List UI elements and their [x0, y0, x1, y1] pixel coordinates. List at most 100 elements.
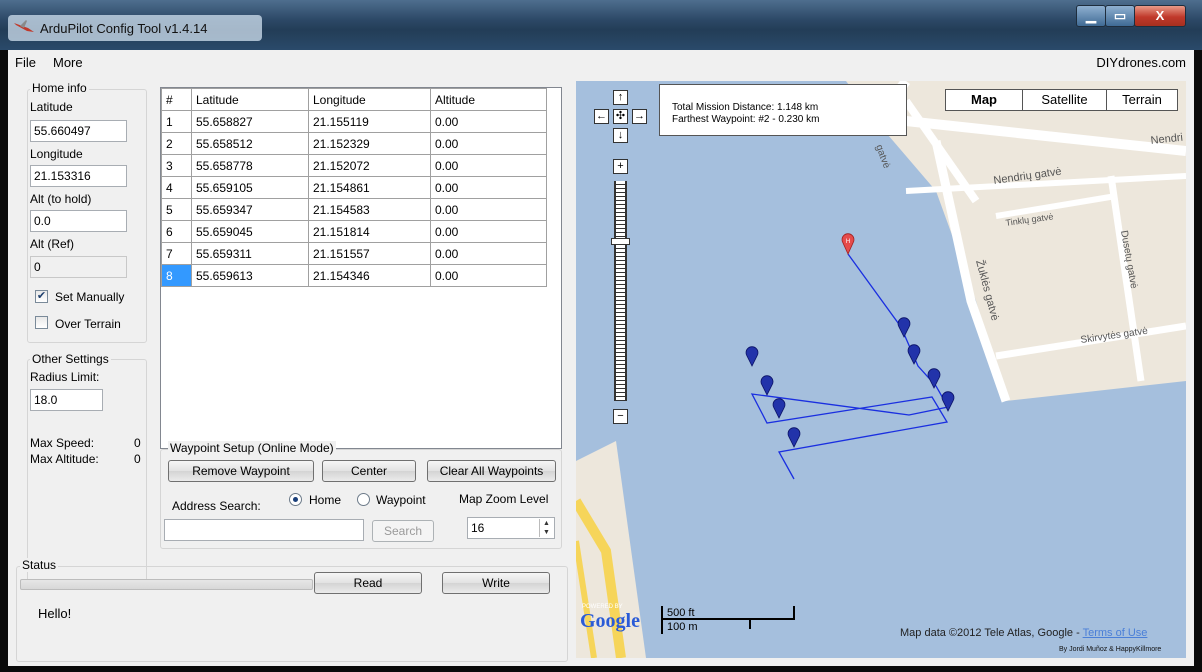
- mission-info-box: Total Mission Distance: 1.148 km Farthes…: [659, 84, 907, 136]
- pan-up-icon[interactable]: ↑: [613, 90, 628, 105]
- tab-map[interactable]: Map: [945, 89, 1023, 111]
- cell-latitude[interactable]: 55.658827: [191, 110, 309, 133]
- diydrones-link[interactable]: DIYdrones.com: [1096, 55, 1186, 70]
- table-row[interactable]: 4 55.659105 21.154861 0.00: [161, 176, 547, 199]
- read-button[interactable]: Read: [314, 572, 422, 594]
- home-latitude-input[interactable]: 55.660497: [30, 120, 127, 142]
- header-latitude[interactable]: Latitude: [191, 88, 309, 111]
- table-row[interactable]: 1 55.658827 21.155119 0.00: [161, 110, 547, 133]
- write-button[interactable]: Write: [442, 572, 550, 594]
- cell-index[interactable]: 6: [161, 220, 192, 243]
- cell-latitude[interactable]: 55.658778: [191, 154, 309, 177]
- header-altitude[interactable]: Altitude: [430, 88, 547, 111]
- cell-longitude[interactable]: 21.151557: [308, 242, 431, 265]
- pan-center-icon[interactable]: ✣: [613, 109, 628, 124]
- terms-of-use-link[interactable]: Terms of Use: [1083, 627, 1148, 639]
- address-search-input[interactable]: [164, 519, 364, 541]
- table-row[interactable]: 8 55.659613 21.154346 0.00: [161, 264, 547, 287]
- alt-ref-label: Alt (Ref): [30, 237, 75, 251]
- header-longitude[interactable]: Longitude: [308, 88, 431, 111]
- table-row[interactable]: 5 55.659347 21.154583 0.00: [161, 198, 547, 221]
- cell-index[interactable]: 7: [161, 242, 192, 265]
- zoom-slider-thumb[interactable]: [611, 238, 630, 245]
- cell-index[interactable]: 4: [161, 176, 192, 199]
- pan-right-icon[interactable]: →: [632, 109, 647, 124]
- over-terrain-checkbox[interactable]: [35, 316, 48, 329]
- cell-altitude[interactable]: 0.00: [430, 264, 547, 287]
- table-row[interactable]: 2 55.658512 21.152329 0.00: [161, 132, 547, 155]
- tab-terrain[interactable]: Terrain: [1106, 89, 1178, 111]
- menu-more[interactable]: More: [53, 55, 83, 70]
- cell-index[interactable]: 8: [161, 264, 192, 287]
- cell-latitude[interactable]: 55.659105: [191, 176, 309, 199]
- cell-index[interactable]: 1: [161, 110, 192, 133]
- status-message: Hello!: [38, 606, 72, 621]
- waypoint-radio-label[interactable]: Waypoint: [376, 493, 426, 507]
- window-client: File More DIYdrones.com Home info Latitu…: [8, 50, 1194, 666]
- cell-longitude[interactable]: 21.152072: [308, 154, 431, 177]
- table-row[interactable]: 6 55.659045 21.151814 0.00: [161, 220, 547, 243]
- cell-latitude[interactable]: 55.659045: [191, 220, 309, 243]
- cell-altitude[interactable]: 0.00: [430, 242, 547, 265]
- home-longitude-input[interactable]: 21.153316: [30, 165, 127, 187]
- cell-index[interactable]: 3: [161, 154, 192, 177]
- map-view[interactable]: H Nendrių gatvė Nendri Tinklų gatvė Duse…: [576, 81, 1186, 658]
- cell-altitude[interactable]: 0.00: [430, 132, 547, 155]
- cell-index[interactable]: 2: [161, 132, 192, 155]
- zoom-level-spinner[interactable]: 16 ▲ ▼: [467, 517, 555, 539]
- table-row[interactable]: 7 55.659311 21.151557 0.00: [161, 242, 547, 265]
- zoom-out-icon[interactable]: −: [613, 409, 628, 424]
- minimize-button[interactable]: ▁: [1076, 5, 1106, 27]
- cell-latitude[interactable]: 55.659311: [191, 242, 309, 265]
- spinner-arrows-icon[interactable]: ▲ ▼: [539, 519, 553, 537]
- over-terrain-label[interactable]: Over Terrain: [55, 317, 121, 331]
- title-bar[interactable]: ArduPilot Config Tool v1.4.14 ▁ ▭ X: [0, 0, 1202, 50]
- cell-latitude[interactable]: 55.659613: [191, 264, 309, 287]
- cell-altitude[interactable]: 0.00: [430, 198, 547, 221]
- alt-hold-input[interactable]: 0.0: [30, 210, 127, 232]
- header-index[interactable]: #: [161, 88, 192, 111]
- cell-longitude[interactable]: 21.152329: [308, 132, 431, 155]
- table-row[interactable]: 3 55.658778 21.152072 0.00: [161, 154, 547, 177]
- max-altitude-label: Max Altitude:: [30, 452, 99, 466]
- set-manually-checkbox[interactable]: ✔: [35, 290, 48, 303]
- cell-index[interactable]: 5: [161, 198, 192, 221]
- cell-latitude[interactable]: 55.659347: [191, 198, 309, 221]
- cell-altitude[interactable]: 0.00: [430, 154, 547, 177]
- clear-all-waypoints-button[interactable]: Clear All Waypoints: [427, 460, 556, 482]
- map-attribution: Map data ©2012 Tele Atlas, Google - Term…: [900, 627, 1148, 639]
- waypoint-grid[interactable]: # Latitude Longitude Altitude 1 55.658827…: [160, 87, 562, 449]
- status-title: Status: [20, 558, 59, 572]
- close-button[interactable]: X: [1134, 5, 1186, 27]
- address-search-label: Address Search:: [172, 499, 261, 513]
- window-title: ArduPilot Config Tool v1.4.14: [40, 21, 208, 36]
- cell-longitude[interactable]: 21.155119: [308, 110, 431, 133]
- remove-waypoint-button[interactable]: Remove Waypoint: [168, 460, 314, 482]
- zoom-slider[interactable]: [614, 181, 627, 401]
- google-logo[interactable]: Google: [580, 610, 640, 633]
- cell-altitude[interactable]: 0.00: [430, 110, 547, 133]
- zoom-in-icon[interactable]: +: [613, 159, 628, 174]
- center-button[interactable]: Center: [322, 460, 416, 482]
- cell-longitude[interactable]: 21.151814: [308, 220, 431, 243]
- map-canvas[interactable]: H Nendrių gatvė Nendri Tinklų gatvė Duse…: [576, 81, 1186, 658]
- pan-down-icon[interactable]: ↓: [613, 128, 628, 143]
- cell-latitude[interactable]: 55.658512: [191, 132, 309, 155]
- home-radio[interactable]: [289, 493, 302, 506]
- cell-longitude[interactable]: 21.154861: [308, 176, 431, 199]
- pan-left-icon[interactable]: ←: [594, 109, 609, 124]
- cell-altitude[interactable]: 0.00: [430, 220, 547, 243]
- search-button[interactable]: Search: [372, 520, 434, 542]
- alt-hold-label: Alt (to hold): [30, 192, 92, 206]
- home-radio-label[interactable]: Home: [309, 493, 341, 507]
- cell-altitude[interactable]: 0.00: [430, 176, 547, 199]
- maximize-button[interactable]: ▭: [1105, 5, 1135, 27]
- longitude-label: Longitude: [30, 147, 83, 161]
- radius-limit-input[interactable]: 18.0: [30, 389, 103, 411]
- cell-longitude[interactable]: 21.154583: [308, 198, 431, 221]
- tab-satellite[interactable]: Satellite: [1022, 89, 1107, 111]
- set-manually-label[interactable]: Set Manually: [55, 290, 124, 304]
- cell-longitude[interactable]: 21.154346: [308, 264, 431, 287]
- waypoint-radio[interactable]: [357, 493, 370, 506]
- menu-file[interactable]: File: [15, 55, 36, 70]
